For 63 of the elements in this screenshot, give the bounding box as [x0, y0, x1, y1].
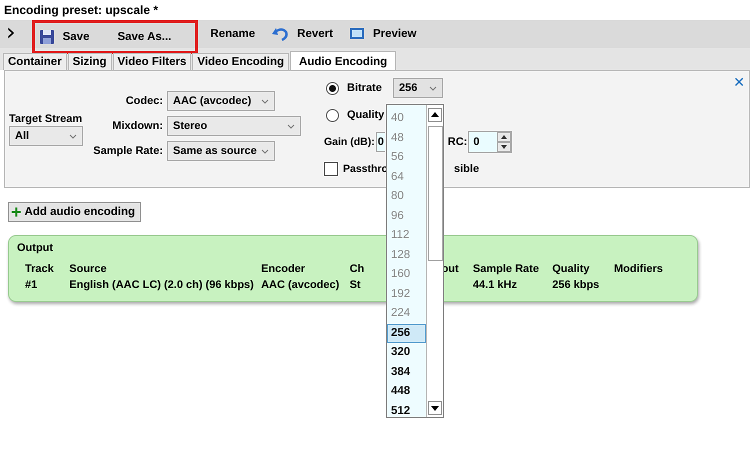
field-label: Codec:: [124, 95, 163, 107]
spinner-arrows-icon: [497, 132, 512, 152]
tab[interactable]: Video Encoding: [192, 53, 290, 70]
chevron-down-icon: [69, 134, 77, 138]
checkbox[interactable]: [324, 162, 338, 176]
quality-label: Quality: [347, 109, 386, 121]
scrollbar[interactable]: [426, 105, 443, 417]
drc-label: RC:: [448, 136, 468, 148]
window-title: Encoding preset: upscale *: [3, 2, 160, 19]
drc-spin-field[interactable]: 0: [468, 131, 512, 153]
table-cell-text: English (AAC LC) (2.0 ch) (96 kbps): [69, 278, 255, 293]
chevron-down-icon: [429, 86, 437, 90]
bitrate-option[interactable]: 256: [387, 324, 426, 343]
undo-arrow-icon: [271, 26, 290, 42]
bitrate-option[interactable]: 384: [387, 362, 426, 382]
bitrate-option[interactable]: 320: [387, 343, 426, 362]
tab[interactable]: Video Filters: [112, 53, 192, 70]
chevron-down-icon: [261, 148, 269, 154]
field-label: Mixdown:: [111, 120, 163, 132]
bitrate-label: Bitrate: [347, 82, 383, 94]
settings-dropdown[interactable]: AAC (avcodec): [167, 91, 275, 111]
toolbar-button[interactable]: Save As...: [117, 31, 182, 43]
tab[interactable]: Sizing: [68, 53, 112, 70]
expand-button[interactable]: ›: [0, 21, 26, 47]
table-cell-text: 256 kbps: [552, 278, 600, 293]
toolbar-button[interactable]: Rename: [210, 28, 266, 40]
target-stream-dropdown[interactable]: All: [9, 126, 83, 146]
close-button[interactable]: ✕: [733, 75, 745, 91]
column-header: Sample Rate: [472, 262, 540, 277]
field-label: Sample Rate:: [92, 145, 163, 157]
table-cell-text: St: [350, 278, 360, 293]
gain-field[interactable]: 0: [376, 132, 385, 152]
gain-label: Gain (dB):: [324, 136, 375, 148]
output-title: Output: [17, 242, 54, 254]
scroll-down-icon: [428, 401, 442, 415]
table-cell-text: 44.1 kHz: [472, 278, 518, 293]
column-header: Source: [69, 262, 108, 277]
monitor-icon: [348, 26, 365, 42]
settings-dropdown[interactable]: Stereo: [167, 116, 301, 136]
bitrate-dropdown[interactable]: 256: [393, 78, 443, 98]
radio-button[interactable]: [326, 82, 339, 94]
table-cell-text: #1: [25, 278, 38, 293]
toolbar-button[interactable]: Save: [38, 29, 100, 45]
add-audio-encoding-button[interactable]: + Add audio encoding: [8, 202, 142, 222]
toolbar-button[interactable]: Preview: [348, 26, 426, 42]
column-header: Encoder: [261, 262, 306, 277]
tab[interactable]: Audio Encoding: [290, 51, 396, 70]
chevron-down-icon: [287, 124, 295, 128]
radio-button[interactable]: [326, 108, 339, 122]
tab[interactable]: Container: [3, 53, 67, 70]
toolbar-button[interactable]: Revert: [271, 26, 343, 42]
passthrough-label: sible: [454, 163, 480, 175]
chevron-down-icon: [261, 98, 269, 104]
column-header: Modifiers: [614, 262, 664, 277]
settings-dropdown[interactable]: Same as source: [167, 141, 275, 161]
target-stream-label: Target Stream: [9, 113, 84, 125]
column-header: Track: [25, 262, 55, 277]
table-cell-text: AAC (avcodec): [261, 278, 340, 293]
column-header: Quality: [552, 262, 591, 277]
passthrough-label: Passthro: [343, 163, 389, 175]
bitrate-option[interactable]: 512: [387, 402, 426, 421]
bitrate-option[interactable]: 448: [387, 382, 426, 402]
scroll-up-icon: [428, 108, 442, 122]
